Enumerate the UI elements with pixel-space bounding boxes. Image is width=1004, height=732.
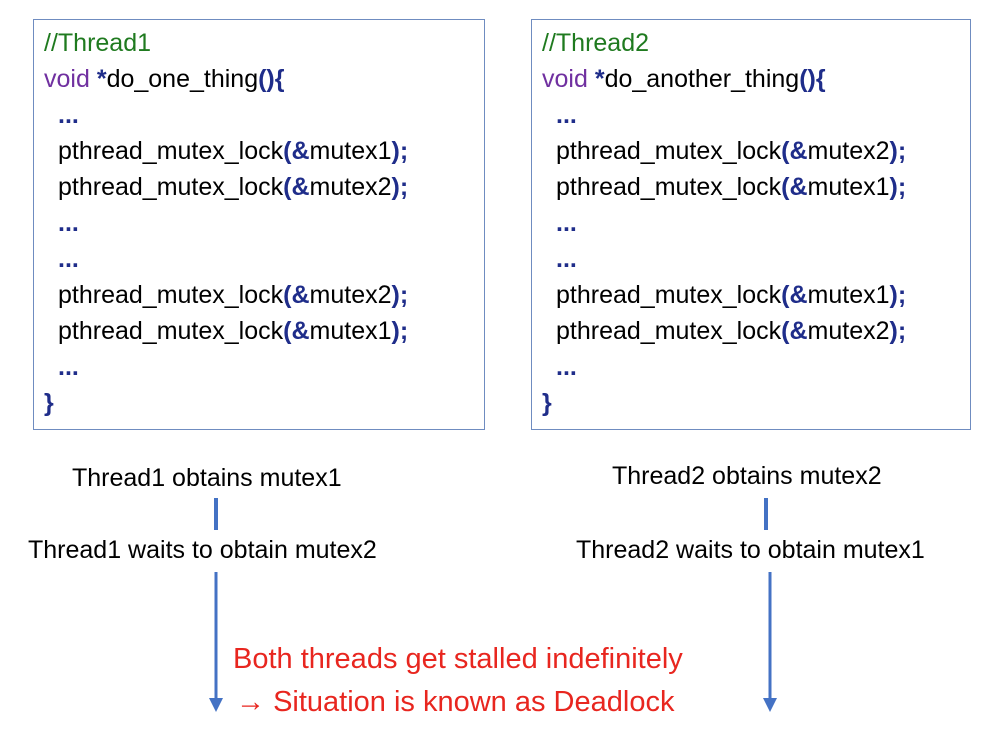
deadlock-note-line2: → Situation is known as Deadlock [236, 684, 674, 720]
deadlock-note-text: Situation is known as Deadlock [273, 686, 675, 718]
flow-connectors [209, 498, 777, 712]
thread2-arrow-head [763, 698, 777, 712]
right-arrow-icon: → [236, 686, 265, 718]
deadlock-note-line1: Both threads get stalled indefinitely [233, 643, 683, 675]
thread1-arrow-head [209, 698, 223, 712]
